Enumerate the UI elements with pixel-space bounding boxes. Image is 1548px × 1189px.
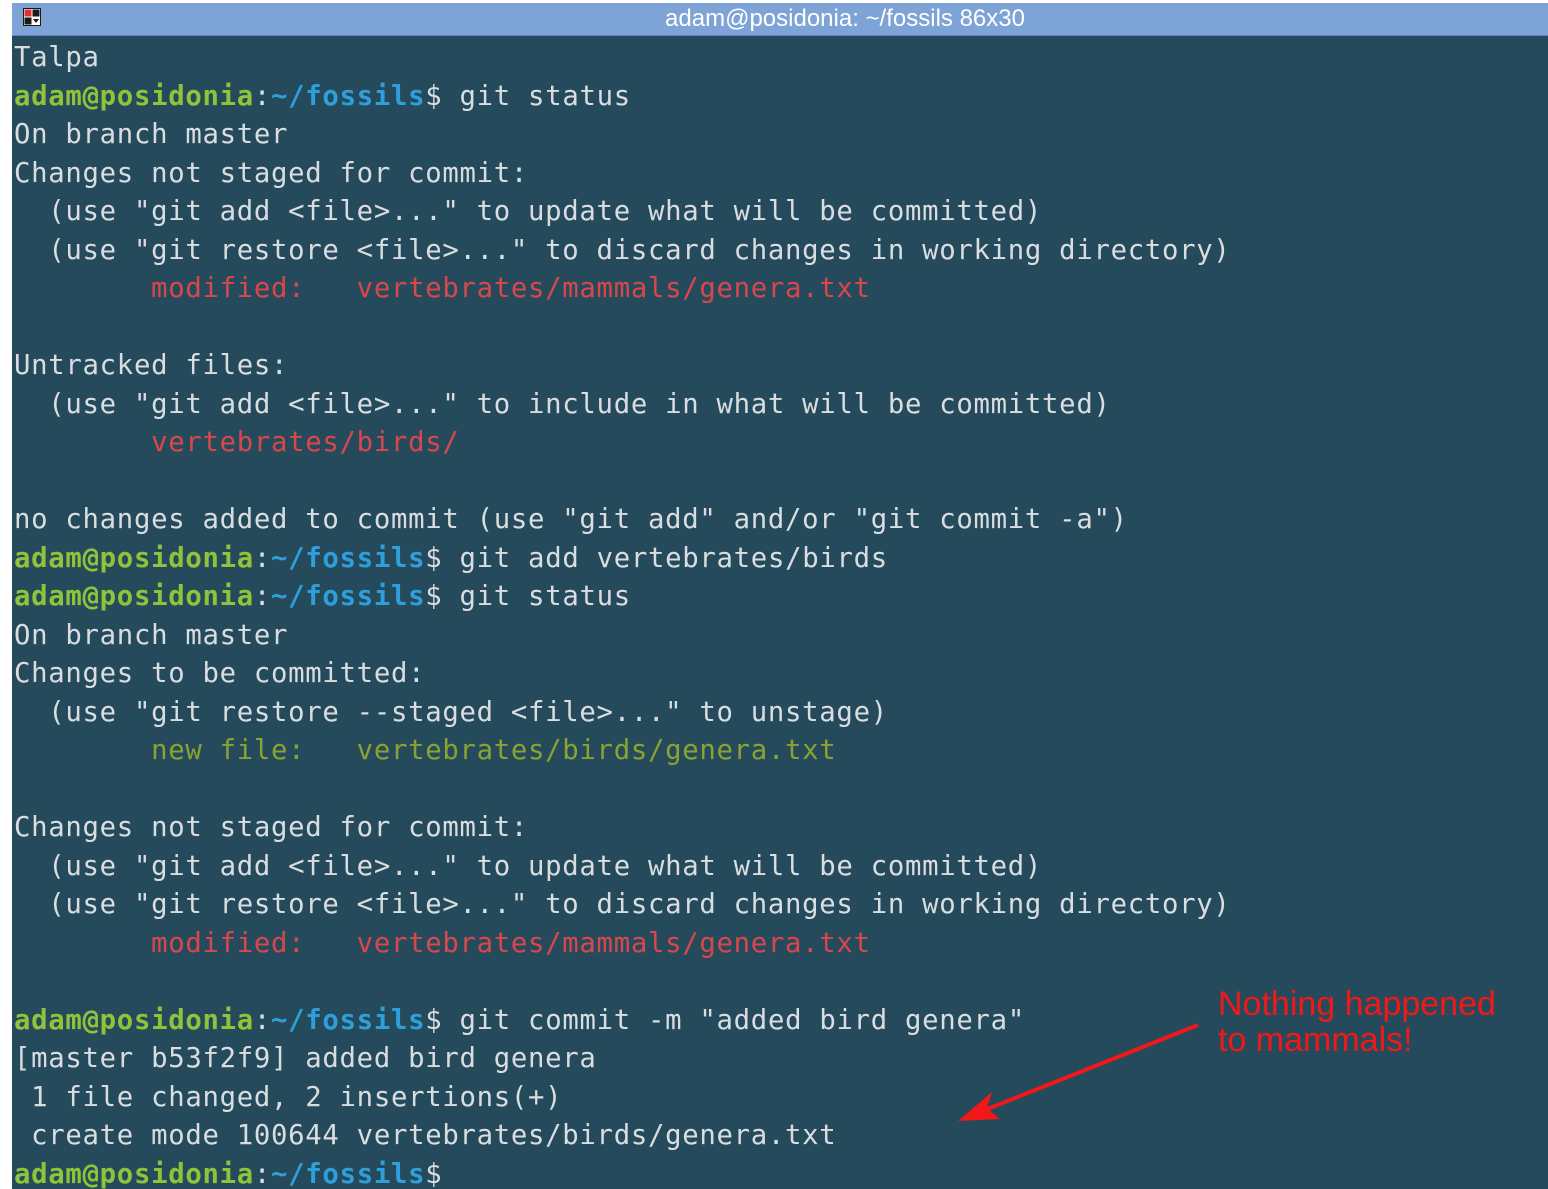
- prompt-separator: :: [253, 542, 272, 574]
- prompt-path: ~/fossils: [271, 581, 426, 612]
- command-text: git status: [442, 80, 631, 112]
- output-line: (use "git restore <file>..." to discard …: [14, 886, 1548, 925]
- prompt-user-host: adam@posidonia: [14, 581, 254, 612]
- output-text: no changes added to commit (use "git add…: [14, 504, 1128, 535]
- prompt-sigil: $: [425, 1004, 443, 1036]
- prompt-path: ~/fossils: [271, 1158, 426, 1189]
- prompt-user-host: adam@posidonia: [14, 1158, 254, 1189]
- output-line: Changes to be committed:: [14, 655, 1548, 694]
- prompt-path: ~/fossils: [271, 542, 426, 574]
- output-text: (use "git add <file>..." to update what …: [14, 196, 1043, 227]
- output-line: 1 file changed, 2 insertions(+): [14, 1079, 1548, 1118]
- output-line: vertebrates/birds/: [14, 424, 1548, 463]
- output-line: On branch master: [14, 617, 1548, 656]
- output-line: (use "git add <file>..." to update what …: [14, 193, 1548, 232]
- output-text: [master b53f2f9] added bird genera: [14, 1043, 597, 1074]
- prompt-line: adam@posidonia:~/fossils$ git commit -m …: [14, 1002, 1548, 1041]
- prompt-line: adam@posidonia:~/fossils$ git status: [14, 78, 1548, 117]
- output-text: (use "git restore --staged <file>..." to…: [14, 696, 888, 728]
- prompt-separator: :: [253, 1004, 272, 1036]
- output-text: On branch master: [14, 619, 289, 651]
- terminal-window[interactable]: adam@posidonia: ~/fossils 86x30 Talpa ada…: [12, 3, 1548, 1189]
- terminal-output[interactable]: Talpa adam@posidonia:~/fossils$ git statu…: [14, 39, 1548, 1189]
- output-line: On branch master: [14, 116, 1548, 155]
- output-text: (use "git restore <file>..." to discard …: [14, 234, 1231, 266]
- output-line: modified: vertebrates/mammals/genera.txt: [14, 270, 1548, 309]
- output-line: (use "git restore <file>..." to discard …: [14, 232, 1548, 271]
- output-text: (use "git restore <file>..." to discard …: [14, 889, 1231, 920]
- output-text: (use "git add <file>..." to include in w…: [14, 388, 1111, 420]
- output-line: Changes not staged for commit:: [14, 809, 1548, 848]
- output-line: (use "git add <file>..." to update what …: [14, 848, 1548, 887]
- prompt-sigil: $: [425, 1158, 443, 1189]
- output-line: (use "git restore --staged <file>..." to…: [14, 694, 1548, 733]
- command-text: git add vertebrates/birds: [442, 542, 888, 574]
- output-text: (use "git add <file>..." to update what …: [14, 850, 1043, 882]
- output-text: Untracked files:: [14, 350, 289, 381]
- output-text: modified: vertebrates/mammals/genera.txt: [14, 273, 871, 304]
- output-text: new file: vertebrates/birds/genera.txt: [14, 735, 837, 766]
- output-text: Changes not staged for commit:: [14, 812, 529, 843]
- prompt-path: ~/fossils: [271, 80, 426, 112]
- output-text: modified: vertebrates/mammals/genera.txt: [14, 927, 871, 959]
- output-text: vertebrates/birds/: [14, 427, 460, 458]
- prompt-sigil: $: [425, 80, 443, 112]
- output-line: no changes added to commit (use "git add…: [14, 501, 1548, 540]
- prompt-user-host: adam@posidonia: [14, 1004, 254, 1036]
- prompt-sigil: $: [425, 581, 443, 612]
- output-text: create mode 100644 vertebrates/birds/gen…: [14, 1120, 837, 1151]
- output-line: Changes not staged for commit:: [14, 155, 1548, 194]
- output-line: Untracked files:: [14, 347, 1548, 386]
- prompt-sigil: $: [425, 542, 443, 574]
- prompt-line: adam@posidonia:~/fossils$: [14, 1156, 1548, 1189]
- prompt-separator: :: [253, 581, 272, 612]
- output-text: Changes not staged for commit:: [14, 157, 529, 189]
- output-line: create mode 100644 vertebrates/birds/gen…: [14, 1117, 1548, 1156]
- command-text: git status: [442, 581, 631, 612]
- output-text: On branch master: [14, 119, 289, 150]
- prompt-user-host: adam@posidonia: [14, 80, 254, 112]
- output-text: 1 file changed, 2 insertions(+): [14, 1081, 563, 1113]
- output-line: modified: vertebrates/mammals/genera.txt: [14, 925, 1548, 964]
- output-line: [master b53f2f9] added bird genera: [14, 1040, 1548, 1079]
- prompt-path: ~/fossils: [271, 1004, 426, 1036]
- prompt-separator: :: [253, 80, 272, 112]
- output-line: (use "git add <file>..." to include in w…: [14, 386, 1548, 425]
- output-line: Talpa: [14, 39, 1548, 78]
- command-text: git commit -m "added bird genera": [442, 1004, 1025, 1036]
- prompt-user-host: adam@posidonia: [14, 542, 254, 574]
- title-bar[interactable]: adam@posidonia: ~/fossils 86x30: [12, 3, 1548, 36]
- prompt-line: adam@posidonia:~/fossils$ git status: [14, 578, 1548, 617]
- output-text: Talpa: [14, 42, 100, 73]
- output-line: new file: vertebrates/birds/genera.txt: [14, 732, 1548, 771]
- prompt-separator: :: [253, 1158, 272, 1189]
- output-text: Changes to be committed:: [14, 658, 426, 689]
- prompt-line: adam@posidonia:~/fossils$ git add verteb…: [14, 540, 1548, 579]
- window-title: adam@posidonia: ~/fossils 86x30: [665, 5, 1025, 32]
